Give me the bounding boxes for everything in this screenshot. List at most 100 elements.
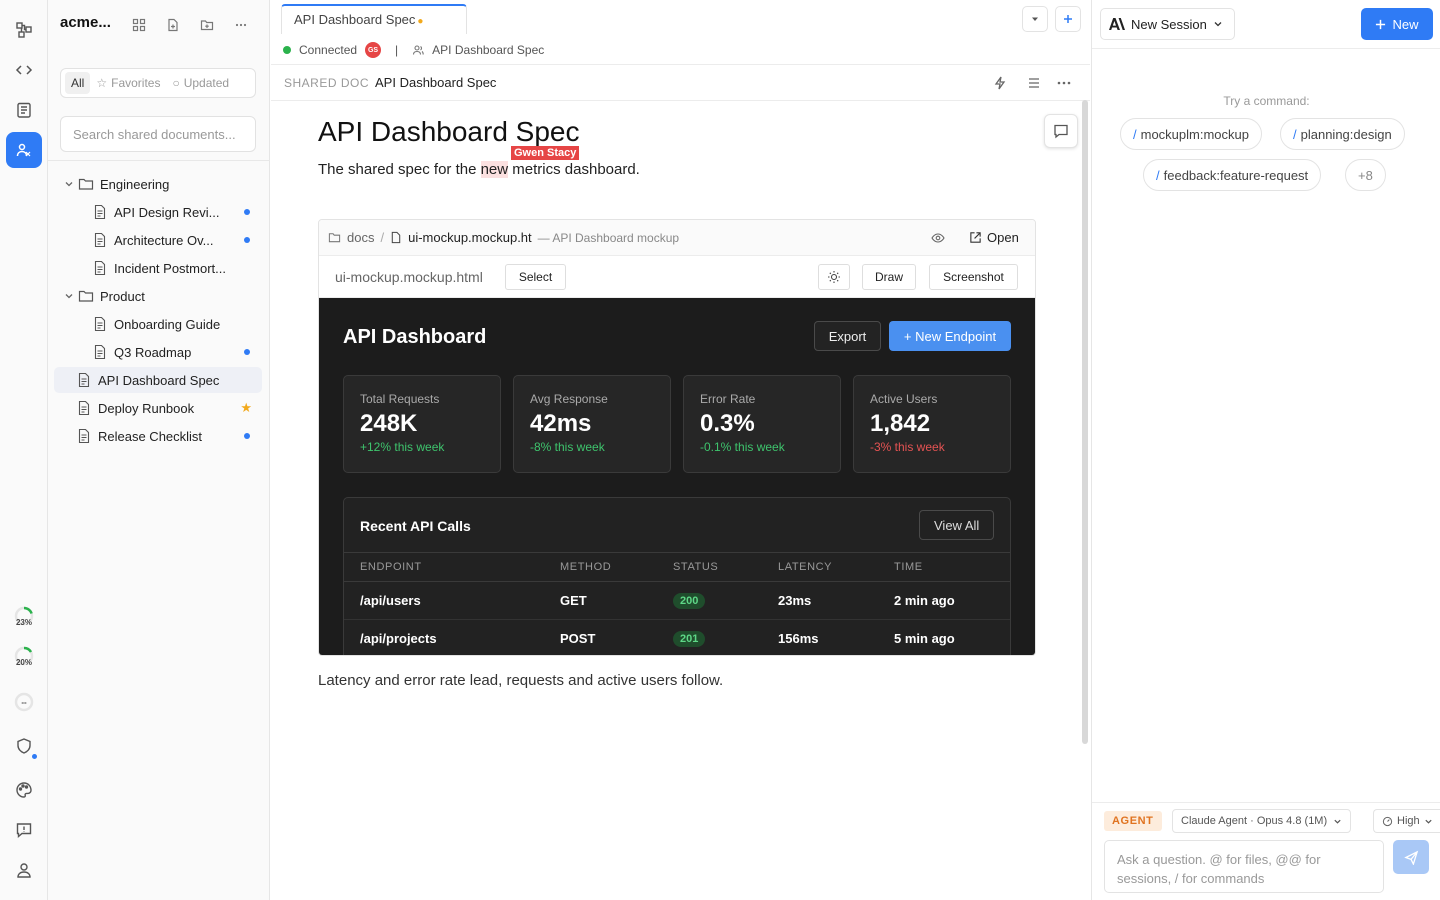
modified-indicator: ● — [417, 16, 424, 27]
new-folder-icon[interactable] — [200, 18, 216, 34]
tab-api-dashboard-spec[interactable]: API Dashboard Spec ● — [281, 4, 467, 34]
effort-selector[interactable]: High — [1373, 809, 1440, 833]
sun-icon — [828, 271, 840, 283]
list-icon[interactable] — [1026, 75, 1042, 91]
unread-dot — [244, 237, 250, 243]
workflow-icon[interactable] — [6, 12, 42, 48]
command-chip[interactable]: / feedback:feature-request — [1143, 159, 1322, 191]
shared-docs-icon[interactable] — [6, 132, 42, 168]
palette-icon[interactable] — [6, 772, 42, 808]
folder-icon — [328, 231, 341, 244]
editor-pane: API Dashboard Spec ● Connected GS | API D… — [271, 0, 1090, 900]
unread-dot — [244, 209, 250, 215]
star-icon: ★ — [240, 400, 252, 415]
tree-doc[interactable]: Q3 Roadmap — [54, 339, 262, 365]
eye-icon[interactable] — [931, 231, 945, 245]
collaborator-cursor-label: Gwen Stacy — [511, 146, 580, 160]
send-button[interactable] — [1393, 840, 1429, 874]
doc-paragraph[interactable]: Latency and error rate lead, requests an… — [318, 672, 723, 689]
plus-icon — [1064, 15, 1072, 23]
try-command-label: Try a command: — [1223, 94, 1310, 108]
table-row[interactable]: /api/users GET 200 23ms 2 min ago — [344, 582, 1010, 620]
view-all-button[interactable]: View All — [919, 510, 995, 540]
chevron-down-icon — [1334, 819, 1341, 824]
table-row[interactable]: /api/projects POST 201 156ms 5 min ago — [344, 620, 1010, 655]
tree-doc[interactable]: Architecture Ov... — [54, 227, 262, 253]
model-selector[interactable]: Claude Agent · Opus 4.8 (1M) — [1172, 809, 1352, 833]
chevron-down-icon — [1425, 819, 1432, 824]
filter-all[interactable]: All — [65, 72, 91, 94]
new-tab-button[interactable] — [1055, 6, 1081, 32]
usage-percent-2: 20% — [15, 658, 32, 667]
tree-folder-product[interactable]: Product — [54, 283, 262, 309]
tree-doc-selected[interactable]: API Dashboard Spec — [54, 367, 262, 393]
embed-toolbar: ui-mockup.mockup.html Select Draw Screen… — [319, 256, 1035, 298]
session-selector[interactable]: New Session — [1100, 8, 1235, 40]
agent-mode-badge[interactable]: AGENT — [1104, 811, 1162, 831]
more-icon[interactable] — [1056, 75, 1072, 91]
caret-down-icon — [1032, 17, 1038, 21]
new-endpoint-button[interactable]: + New Endpoint — [889, 321, 1011, 351]
breadcrumb-folder[interactable]: docs — [347, 230, 374, 245]
new-doc-icon[interactable] — [166, 18, 182, 34]
screenshot-button[interactable]: Screenshot — [929, 264, 1018, 290]
stat-card: Avg Response 42ms -8% this week — [513, 375, 671, 473]
stat-card: Total Requests 248K +12% this week — [343, 375, 501, 473]
star-icon: ☆ — [96, 76, 108, 90]
tree-doc[interactable]: Release Checklist — [54, 423, 262, 449]
tab-dropdown-button[interactable] — [1022, 6, 1048, 32]
anthropic-logo-icon — [1109, 18, 1125, 30]
user-icon[interactable] — [6, 852, 42, 888]
clipboard-icon[interactable] — [6, 92, 42, 128]
editor-scrollbar[interactable] — [1082, 100, 1088, 744]
ask-input[interactable]: Ask a question. @ for files, @@ for sess… — [1104, 840, 1384, 893]
tree-doc[interactable]: Deploy Runbook ★ — [54, 395, 262, 421]
documents-sidebar: acme... All ☆ Favorites ○ Updated Search s… — [48, 0, 270, 900]
breadcrumb-file[interactable]: ui-mockup.mockup.ht — [408, 230, 532, 245]
divider — [48, 160, 270, 161]
gauge-icon — [1382, 816, 1393, 826]
divider — [1092, 48, 1440, 49]
doc-paragraph[interactable]: The shared spec for the new metrics dash… — [318, 161, 640, 178]
status-badge: 201 — [673, 630, 706, 647]
folder-icon — [78, 176, 94, 192]
collaborator-highlight: new — [480, 161, 509, 178]
connection-status: Connected GS | API Dashboard Spec — [283, 40, 544, 60]
filter-favorites[interactable]: ☆ Favorites — [90, 72, 166, 94]
tree-doc[interactable]: Incident Postmort... — [54, 255, 262, 281]
file-icon — [390, 231, 402, 244]
feedback-icon[interactable] — [6, 812, 42, 848]
open-button[interactable]: Open — [969, 230, 1019, 245]
more-icon[interactable] — [234, 18, 250, 34]
stat-card: Active Users 1,842 -3% this week — [853, 375, 1011, 473]
document-icon — [92, 260, 108, 276]
avatar[interactable]: GS — [365, 42, 382, 58]
chevron-down-icon — [64, 179, 78, 189]
doc-heading[interactable]: API Dashboard Spec — [318, 116, 580, 148]
tree-doc[interactable]: Onboarding Guide — [54, 311, 262, 337]
document-icon — [92, 316, 108, 332]
embed-filename: ui-mockup.mockup.html — [335, 269, 483, 285]
tree-folder-engineering[interactable]: Engineering — [54, 171, 262, 197]
new-session-button[interactable]: New — [1361, 8, 1433, 40]
grid-icon[interactable] — [132, 18, 148, 34]
code-icon[interactable] — [6, 52, 42, 88]
document-icon — [76, 400, 92, 416]
search-input[interactable]: Search shared documents... — [60, 116, 256, 152]
draw-button[interactable]: Draw — [862, 264, 916, 290]
chevron-down-icon — [1214, 22, 1222, 27]
lightning-icon[interactable] — [992, 75, 1008, 91]
document-icon — [92, 344, 108, 360]
command-chip[interactable]: / mockuplm:mockup — [1120, 118, 1262, 150]
theme-toggle-button[interactable] — [818, 264, 850, 290]
export-button[interactable]: Export — [814, 321, 881, 351]
shield-icon[interactable] — [6, 728, 42, 764]
add-comment-button[interactable] — [1044, 114, 1078, 148]
command-chip[interactable]: / planning:design — [1280, 118, 1405, 150]
workspace-title[interactable]: acme... — [60, 14, 111, 31]
tree-doc[interactable]: API Design Revi... — [54, 199, 262, 225]
people-icon — [412, 44, 424, 56]
select-button[interactable]: Select — [505, 264, 566, 290]
filter-updated[interactable]: ○ Updated — [166, 72, 235, 94]
more-commands-chip[interactable]: +8 — [1345, 159, 1386, 191]
